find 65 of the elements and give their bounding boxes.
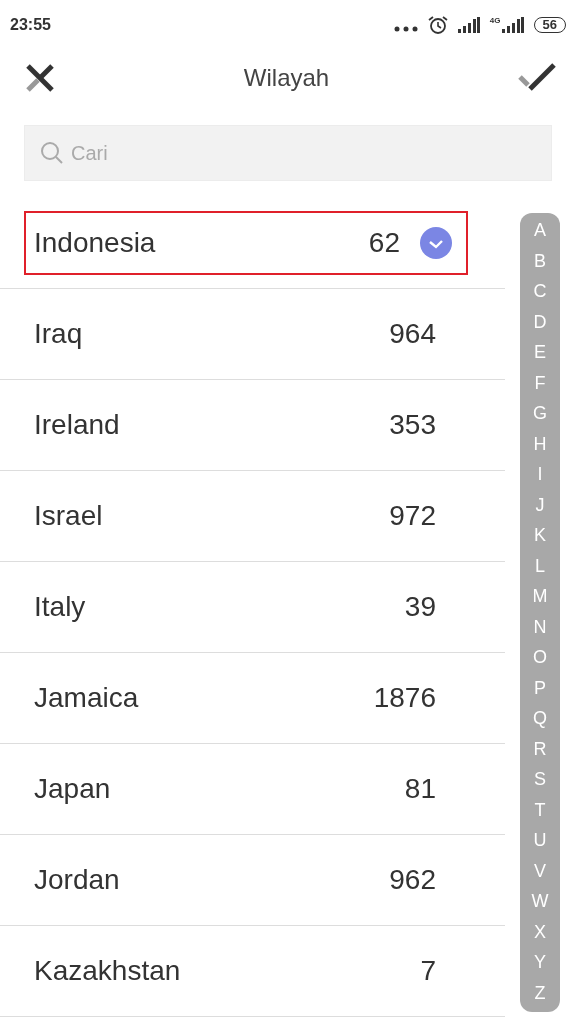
more-icon <box>393 26 418 32</box>
country-name: Kazakhstan <box>34 955 182 987</box>
status-time: 23:55 <box>10 16 51 34</box>
page-title: Wilayah <box>243 63 330 92</box>
index-letter[interactable]: X <box>534 916 546 947</box>
country-row[interactable]: Ireland 353 <box>24 393 468 457</box>
index-letter[interactable]: T <box>534 794 546 825</box>
alphabet-index[interactable]: A B C D E F G H I J K L M N O P Q R S T U V W X Y Z <box>520 213 560 1012</box>
country-name: Iraq <box>34 318 84 350</box>
country-name: Italy <box>34 591 87 623</box>
country-row[interactable]: Jamaica 1876 <box>24 666 468 730</box>
country-row[interactable]: Israel 972 <box>24 484 468 548</box>
index-letter[interactable]: L <box>535 550 545 581</box>
alarm-icon <box>427 15 448 35</box>
dial-code: 1876 <box>373 682 436 714</box>
close-icon[interactable] <box>25 62 55 93</box>
country-row[interactable]: Jordan 962 <box>24 848 468 912</box>
index-letter[interactable]: S <box>534 764 546 795</box>
index-letter[interactable]: H <box>533 428 547 459</box>
dial-code: 39 <box>404 591 436 623</box>
index-letter[interactable]: D <box>533 306 547 337</box>
country-name: Indonesia <box>34 227 157 259</box>
dial-code: 972 <box>389 500 436 532</box>
signal-icon <box>457 17 480 33</box>
index-letter[interactable]: R <box>533 733 547 764</box>
signal-icon <box>501 17 524 33</box>
index-letter[interactable]: E <box>534 337 546 368</box>
country-row[interactable]: Italy 39 <box>24 575 468 639</box>
country-name: Jamaica <box>34 682 140 714</box>
check-icon <box>420 227 452 259</box>
country-row[interactable]: Indonesia 62 <box>24 211 468 275</box>
confirm-icon[interactable] <box>518 62 556 93</box>
country-row[interactable]: Iraq 964 <box>24 302 468 366</box>
dial-code: 964 <box>389 318 436 350</box>
country-row[interactable]: Japan 81 <box>24 757 468 821</box>
dial-code: 81 <box>404 773 436 805</box>
country-row[interactable]: Kazakhstan 7 <box>24 939 468 1003</box>
index-letter[interactable]: U <box>533 825 547 856</box>
index-letter[interactable]: M <box>532 581 548 612</box>
dial-code: 962 <box>389 864 436 896</box>
index-letter[interactable]: V <box>534 855 546 886</box>
index-letter[interactable]: J <box>535 489 545 520</box>
index-letter[interactable]: B <box>534 245 546 276</box>
index-letter[interactable]: W <box>531 886 549 917</box>
dial-code: 7 <box>420 955 436 987</box>
country-name: Israel <box>34 500 104 532</box>
index-letter[interactable]: Z <box>534 977 546 1008</box>
network-label: 4G <box>489 17 501 25</box>
index-letter[interactable]: Q <box>533 703 547 734</box>
search-field[interactable]: Cari <box>24 125 552 181</box>
index-letter[interactable]: F <box>534 367 546 398</box>
index-letter[interactable]: K <box>534 520 546 551</box>
dial-code: 353 <box>389 409 436 441</box>
index-letter[interactable]: Y <box>534 947 546 978</box>
index-letter[interactable]: G <box>533 398 547 429</box>
country-name: Ireland <box>34 409 121 441</box>
index-letter[interactable]: N <box>533 611 547 642</box>
index-letter[interactable]: I <box>537 459 543 490</box>
index-letter[interactable]: P <box>534 672 546 703</box>
index-letter[interactable]: C <box>533 276 547 307</box>
country-name: Jordan <box>34 864 121 896</box>
index-letter[interactable]: O <box>533 642 547 673</box>
index-letter[interactable]: A <box>534 215 546 246</box>
country-name: Japan <box>34 773 112 805</box>
dial-code: 62 <box>368 227 400 259</box>
